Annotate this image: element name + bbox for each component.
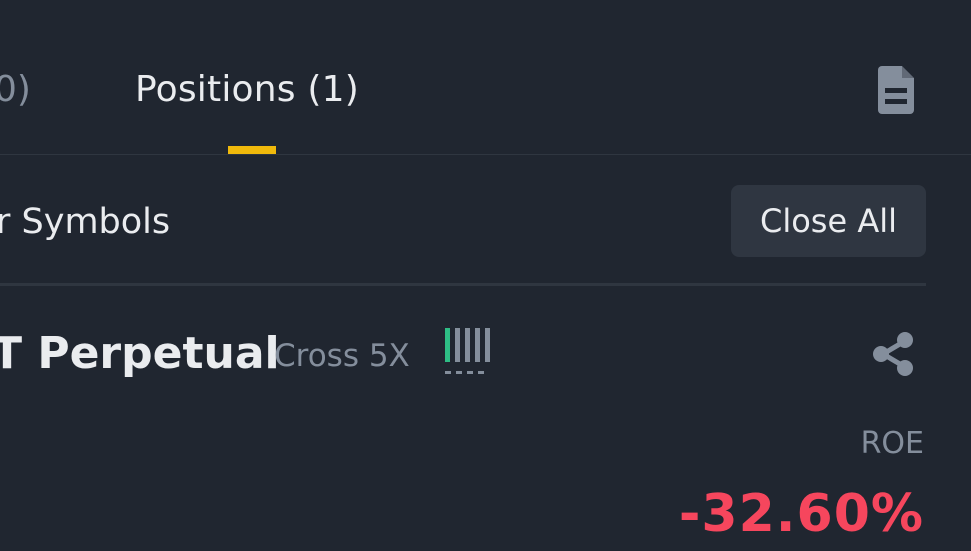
adl-bar-3 <box>465 328 470 362</box>
adl-bar-2 <box>455 328 460 362</box>
active-tab-indicator <box>228 146 276 154</box>
roe-label: ROE <box>860 426 924 461</box>
roe-value: -32.60% <box>678 484 924 544</box>
close-all-button[interactable]: Close All <box>731 185 926 257</box>
adl-underline-dash <box>456 371 462 374</box>
adl-underline-dash <box>467 371 473 374</box>
tab-open-orders[interactable]: 0) <box>0 64 31 116</box>
tab-positions[interactable]: Positions (1) <box>135 64 359 116</box>
share-icon[interactable] <box>871 331 917 377</box>
hide-other-symbols-label[interactable]: r Symbols <box>0 196 170 248</box>
adl-bar-5 <box>485 328 490 362</box>
document-icon[interactable] <box>878 66 914 114</box>
adl-underline-dash <box>478 371 484 374</box>
adl-bar-4 <box>475 328 480 362</box>
adl-indicator <box>445 328 490 376</box>
adl-bar-1 <box>445 328 450 362</box>
tabs-divider <box>0 154 971 155</box>
adl-underline-dash <box>445 371 451 374</box>
margin-mode-badge: Cross 5X <box>274 338 410 374</box>
section-divider <box>0 283 926 286</box>
position-symbol[interactable]: T Perpetual <box>0 324 280 384</box>
